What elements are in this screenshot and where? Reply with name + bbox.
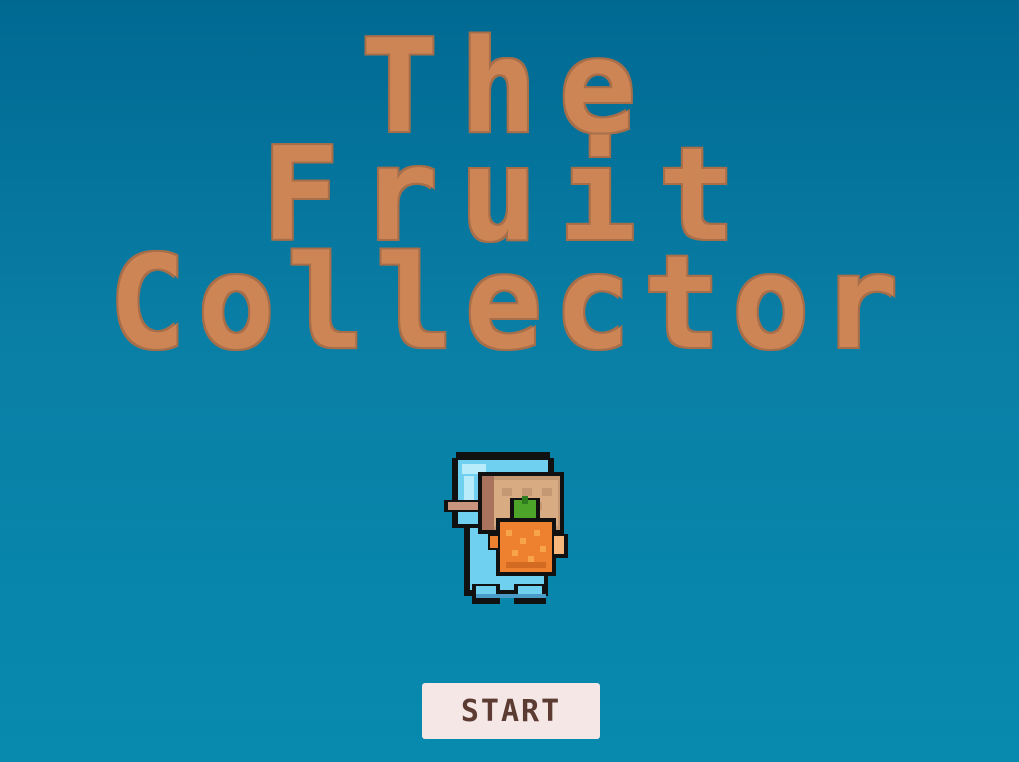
- game-title: The Fruit Collector: [0, 0, 1019, 380]
- start-button[interactable]: START: [422, 683, 600, 739]
- player-character-icon: [444, 452, 568, 604]
- title-line-3: Collector: [108, 229, 911, 378]
